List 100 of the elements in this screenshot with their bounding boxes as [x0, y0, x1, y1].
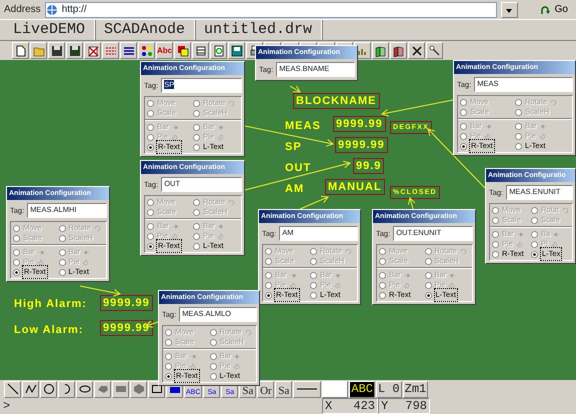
right-arrow-icon	[290, 272, 297, 278]
dropdown-button[interactable]	[500, 2, 518, 18]
radio-icon[interactable]	[424, 292, 432, 298]
pie-icon	[170, 232, 178, 240]
coordinate-value: 798	[405, 399, 427, 413]
right-arrow-icon	[38, 248, 45, 256]
zoom-button[interactable]: Zm1	[402, 380, 428, 398]
rotate-icon	[228, 100, 236, 106]
address-label: Address	[4, 3, 41, 17]
radio-icon[interactable]	[193, 144, 200, 150]
radio-icon[interactable]	[460, 142, 467, 150]
globe-icon	[46, 4, 58, 16]
command-prompt: >	[2, 398, 12, 414]
lines-icon[interactable]	[104, 44, 116, 56]
arrow-icon	[538, 4, 551, 16]
tag-label: High Alarm:	[14, 297, 87, 312]
shapes-icon[interactable]	[176, 44, 188, 56]
left-arrow-icon	[553, 230, 560, 238]
book-icon[interactable]	[374, 44, 386, 56]
new-file-icon[interactable]	[14, 44, 26, 56]
book-icon[interactable]	[392, 44, 404, 56]
right-arrow-icon	[404, 272, 411, 278]
radio-icon[interactable]	[210, 372, 216, 380]
pie-icon	[484, 132, 491, 140]
value-display: 9999.99	[100, 320, 153, 336]
left-arrow-icon	[234, 352, 242, 360]
filled-hexagon-icon[interactable]	[132, 383, 144, 395]
pie-icon	[448, 282, 456, 288]
radio-icon[interactable]	[379, 292, 386, 298]
right-arrow-icon	[172, 222, 179, 230]
pie-icon	[233, 362, 240, 370]
radio-icon[interactable]	[265, 292, 272, 298]
address-field[interactable]: http://	[44, 2, 497, 18]
title-segment: SCADAnode	[95, 20, 196, 40]
value-display: 9999.99	[100, 295, 153, 311]
dots-icon[interactable]	[140, 44, 152, 56]
text-color-button[interactable]: ABC	[349, 380, 376, 398]
font-button[interactable]: Sa	[275, 380, 292, 398]
value-display: 99.9	[353, 158, 384, 174]
right-arrow-icon	[484, 122, 492, 130]
tag-label: MEAS	[285, 119, 321, 134]
text-tool-button[interactable]: Abc	[156, 42, 173, 59]
polyline-tool-icon[interactable]	[24, 383, 36, 395]
pie-icon	[334, 282, 341, 288]
pie-icon	[550, 240, 558, 248]
rotate-icon	[94, 224, 101, 232]
rotate-icon	[460, 248, 467, 254]
tag-label: OUT	[285, 161, 312, 176]
line-style-icon[interactable]	[296, 386, 318, 392]
filled-rectangle-icon[interactable]	[114, 383, 126, 395]
left-arrow-icon	[449, 272, 456, 278]
color-swatch[interactable]	[322, 380, 348, 398]
coordinate-label: Y	[381, 399, 388, 413]
value-display: BLOCKNAME	[293, 93, 380, 109]
stack-icon[interactable]	[194, 44, 206, 56]
folder-icon[interactable]	[32, 44, 44, 56]
left-arrow-icon	[218, 124, 225, 130]
title-segment: untitled.drw	[195, 20, 322, 40]
line-tool-icon[interactable]	[6, 383, 18, 395]
pie-icon	[288, 282, 296, 288]
pie-icon	[516, 240, 523, 248]
pie-icon	[188, 362, 196, 370]
radio-icon[interactable]	[165, 372, 172, 380]
pie-icon	[216, 134, 224, 140]
radio-icon[interactable]	[58, 268, 66, 276]
circle-tool-icon[interactable]	[42, 383, 54, 395]
font-button[interactable]: Or	[257, 380, 274, 398]
leader-line	[408, 197, 416, 210]
right-arrow-icon	[516, 230, 524, 238]
left-arrow-icon	[83, 248, 90, 256]
radio-icon[interactable]	[193, 242, 200, 250]
rotate-icon	[244, 328, 252, 336]
leader-line	[290, 85, 301, 93]
lines-icon[interactable]	[122, 44, 134, 56]
tag-label: Low Alarm:	[14, 323, 84, 338]
coordinate-label: X	[325, 399, 332, 413]
pie-icon	[170, 134, 178, 140]
radio-icon[interactable]	[531, 250, 538, 258]
radio-icon[interactable]	[147, 242, 154, 250]
radio-icon[interactable]	[13, 268, 20, 276]
leader-line	[80, 286, 122, 297]
layer-button[interactable]: L 0	[376, 380, 402, 398]
pie-icon	[36, 258, 44, 266]
leader-line	[300, 196, 329, 210]
radio-icon[interactable]	[515, 142, 522, 150]
radio-icon[interactable]	[310, 292, 317, 298]
left-arrow-icon	[540, 122, 547, 130]
ellipse-tool-icon[interactable]	[78, 383, 90, 395]
value-display: 9999.99	[335, 137, 388, 153]
rectangle-tool-icon[interactable]	[150, 383, 162, 395]
right-arrow-icon	[172, 124, 179, 130]
pie-icon	[538, 132, 546, 140]
filled-shape-icon[interactable]	[96, 383, 108, 395]
radio-icon[interactable]	[492, 250, 499, 258]
rotate-icon	[562, 206, 569, 214]
radio-icon[interactable]	[147, 144, 154, 150]
rotate-icon	[345, 248, 352, 254]
pie-icon	[402, 282, 410, 288]
value-display: 9999.99	[333, 116, 386, 132]
cross-icon[interactable]	[86, 44, 98, 56]
